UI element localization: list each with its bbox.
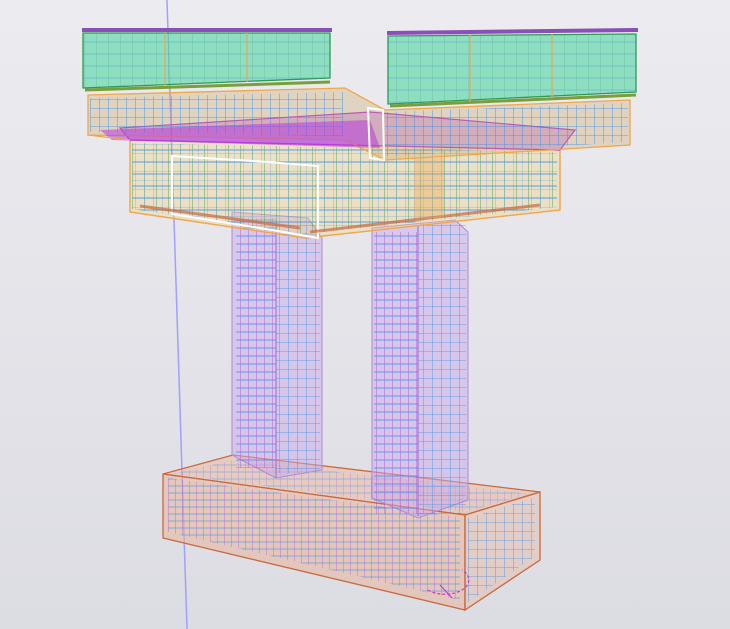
right-parapet — [386, 28, 639, 108]
pile-cap-footing — [162, 454, 541, 612]
bridge-pier-3d-model[interactable] — [0, 0, 730, 629]
left-parapet — [82, 28, 332, 92]
right-column — [371, 219, 469, 519]
left-column — [231, 211, 323, 479]
model-viewport[interactable] — [0, 0, 730, 629]
